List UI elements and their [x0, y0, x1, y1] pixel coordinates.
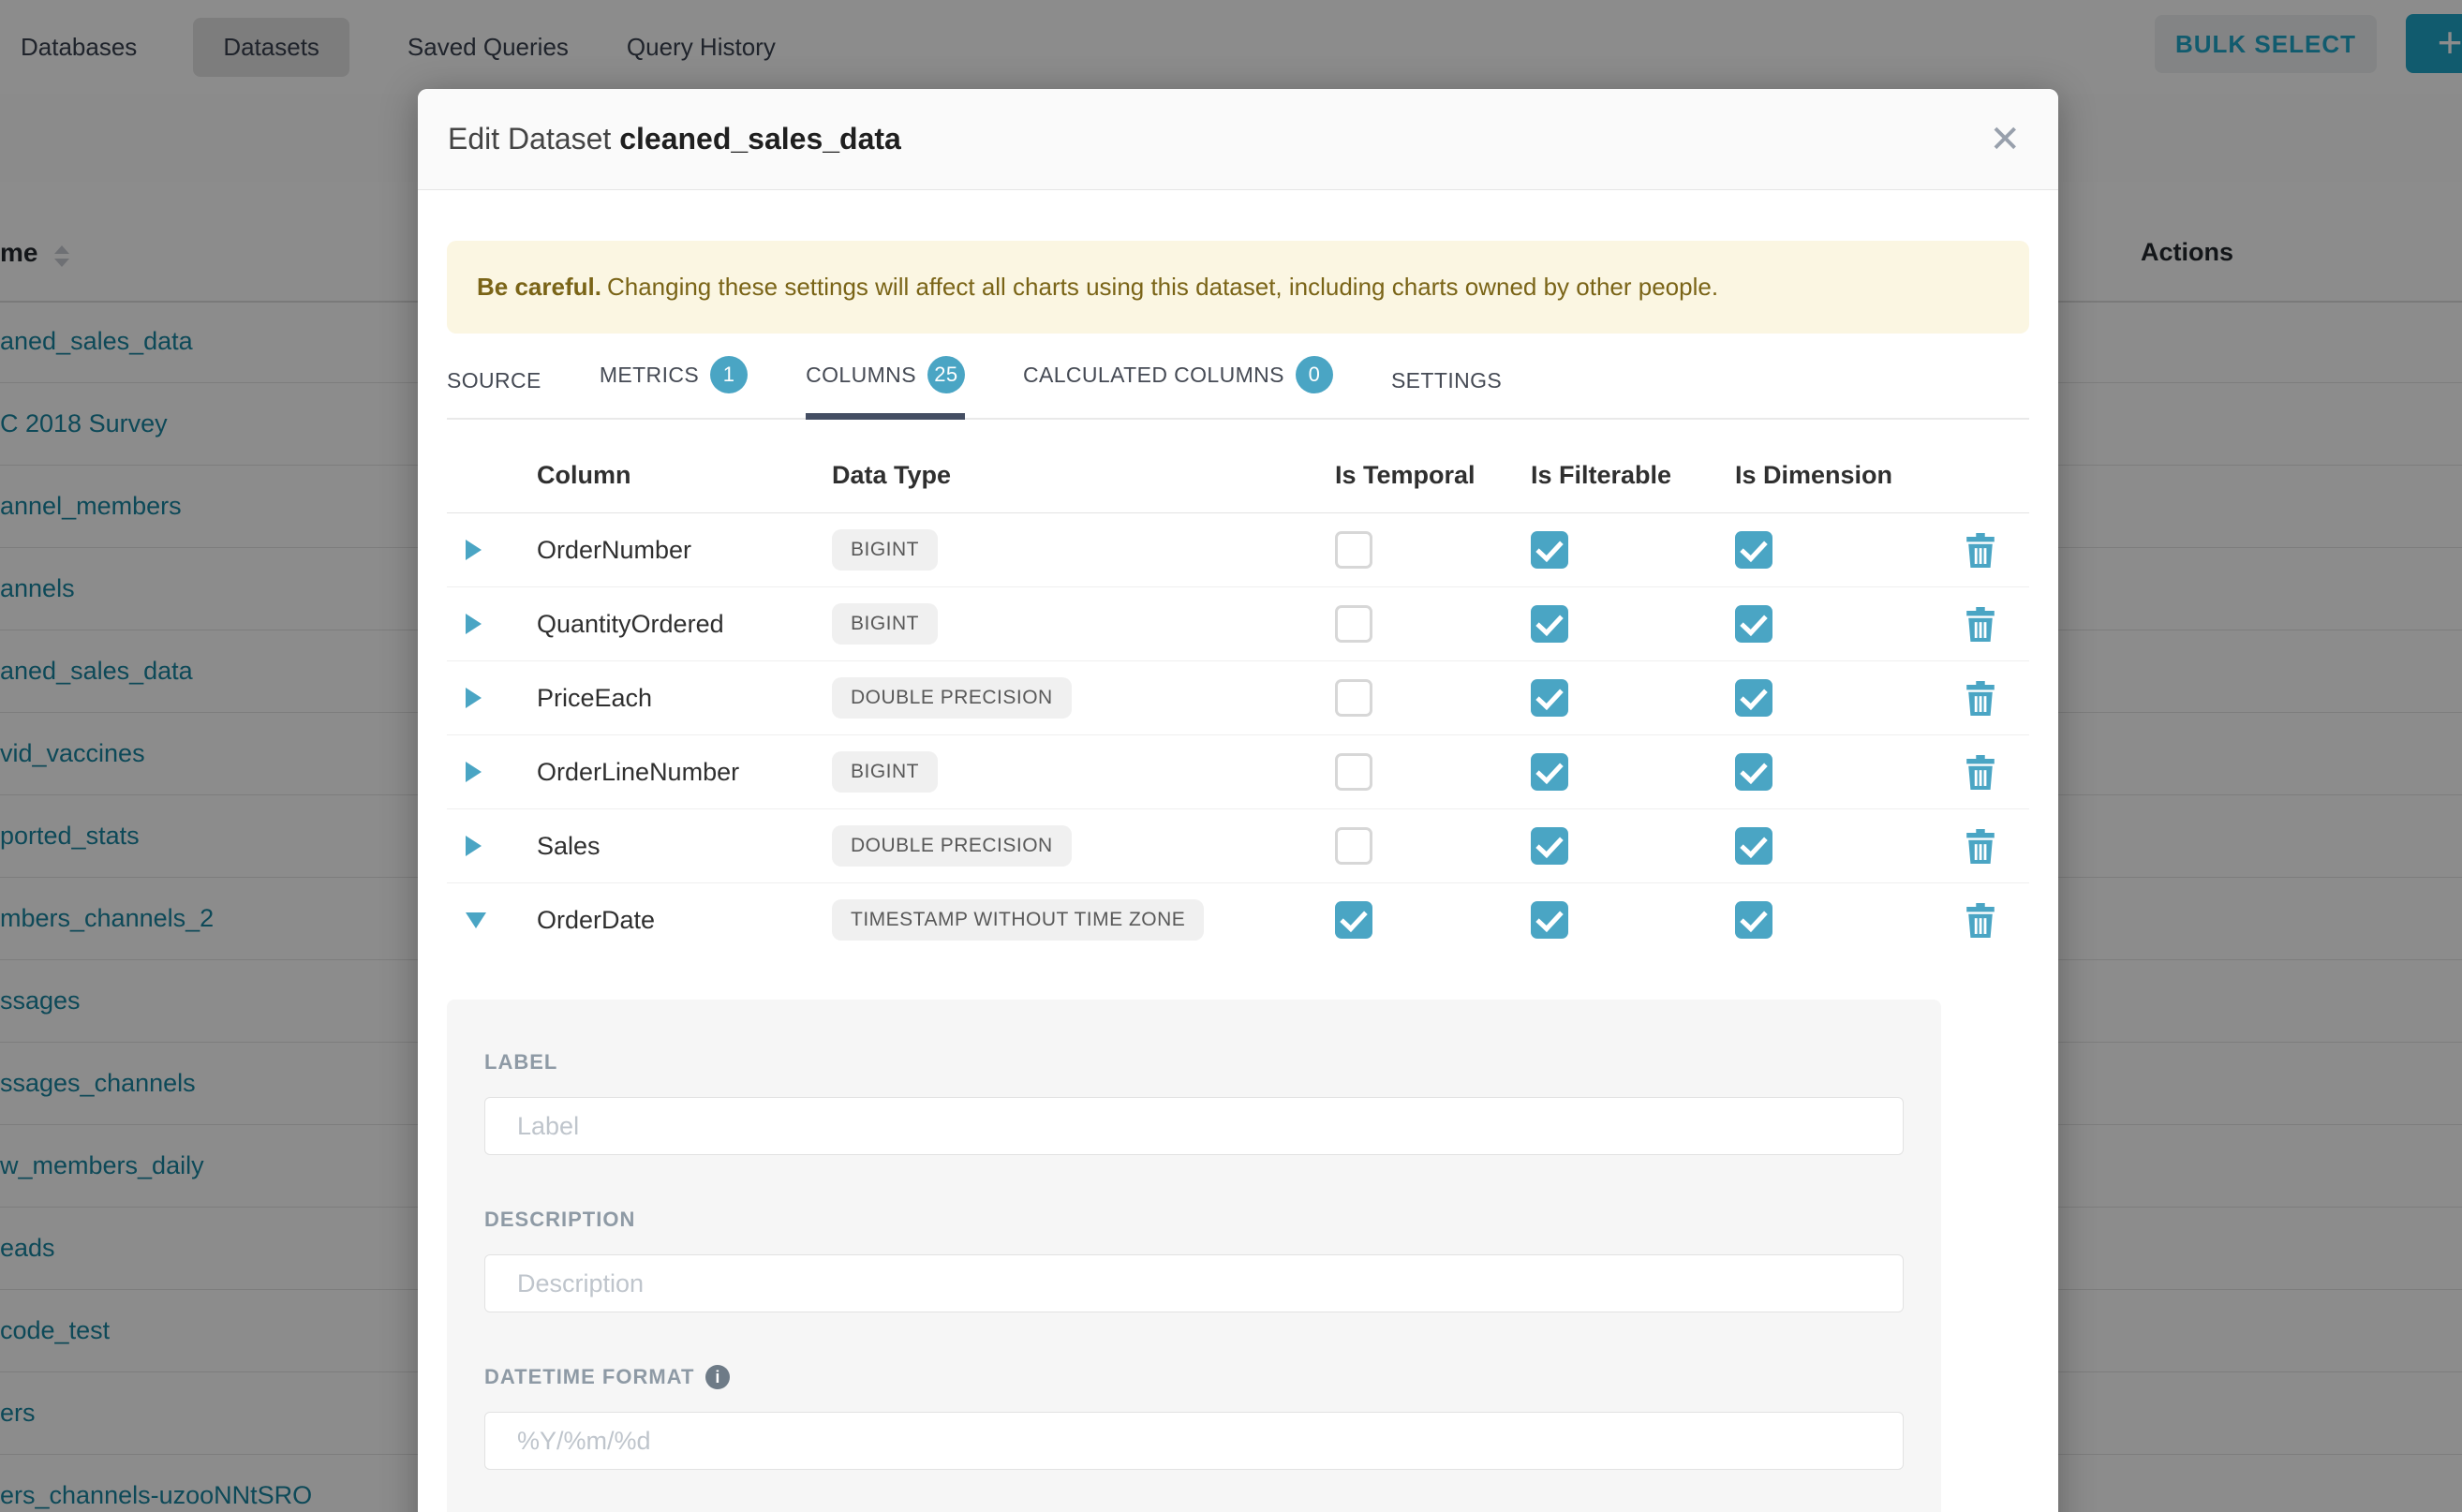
is-temporal-checkbox[interactable] [1335, 605, 1372, 643]
column-name: OrderDate [537, 906, 832, 935]
column-name: PriceEach [537, 684, 832, 713]
collapse-caret-icon[interactable] [466, 912, 486, 928]
column-name: OrderNumber [537, 536, 832, 565]
label-field-label: LABEL [484, 1050, 1904, 1075]
is-filterable-checkbox[interactable] [1531, 605, 1568, 643]
modal-title: Edit Dataset cleaned_sales_data [448, 122, 901, 156]
datetime-format-input[interactable] [484, 1412, 1904, 1470]
header-column: Column [537, 461, 832, 490]
warning-message: Changing these settings will affect all … [607, 273, 1718, 301]
tab-label: SOURCE [447, 368, 541, 393]
column-row: OrderLineNumber BIGINT [447, 735, 2029, 809]
column-row: OrderDate TIMESTAMP WITHOUT TIME ZONE [447, 883, 2029, 956]
data-type-pill: DOUBLE PRECISION [832, 825, 1072, 867]
column-row: OrderNumber BIGINT [447, 513, 2029, 587]
is-dimension-checkbox[interactable] [1735, 605, 1772, 643]
tab-columns[interactable]: COLUMNS 25 [806, 356, 965, 418]
delete-column-icon[interactable] [1965, 607, 1996, 642]
data-type-pill: BIGINT [832, 529, 938, 571]
column-name: OrderLineNumber [537, 758, 832, 787]
warning-banner: Be careful.Changing these settings will … [447, 241, 2029, 334]
close-icon[interactable]: ✕ [1989, 121, 2021, 158]
column-row: Sales DOUBLE PRECISION [447, 809, 2029, 883]
is-dimension-checkbox[interactable] [1735, 679, 1772, 717]
is-filterable-checkbox[interactable] [1531, 753, 1568, 791]
is-temporal-checkbox[interactable] [1335, 901, 1372, 939]
is-temporal-checkbox[interactable] [1335, 531, 1372, 569]
datetime-format-label: DATETIME FORMAT [484, 1365, 694, 1389]
column-detail-panel: LABEL DESCRIPTION DATETIME FORMAT i [447, 1000, 1941, 1512]
screen: Databases Datasets Saved Queries Query H… [0, 0, 2462, 1512]
data-type-pill: BIGINT [832, 751, 938, 793]
description-input[interactable] [484, 1254, 1904, 1312]
modal-title-prefix: Edit Dataset [448, 122, 611, 156]
is-temporal-checkbox[interactable] [1335, 679, 1372, 717]
is-dimension-checkbox[interactable] [1735, 753, 1772, 791]
is-dimension-checkbox[interactable] [1735, 901, 1772, 939]
data-type-pill: BIGINT [832, 603, 938, 645]
column-name: Sales [537, 832, 832, 861]
tab-metrics[interactable]: METRICS 1 [600, 356, 748, 418]
tab-badge: 1 [710, 356, 748, 393]
data-type-pill: TIMESTAMP WITHOUT TIME ZONE [832, 899, 1204, 941]
column-row: QuantityOrdered BIGINT [447, 587, 2029, 661]
description-field-group: DESCRIPTION [484, 1208, 1904, 1312]
column-row: PriceEach DOUBLE PRECISION [447, 661, 2029, 735]
is-filterable-checkbox[interactable] [1531, 531, 1568, 569]
tab-settings[interactable]: SETTINGS [1391, 368, 1502, 418]
delete-column-icon[interactable] [1965, 903, 1996, 938]
tab-label: SETTINGS [1391, 368, 1502, 393]
tab-label: METRICS [600, 363, 699, 388]
header-is-filterable: Is Filterable [1531, 461, 1735, 490]
is-dimension-checkbox[interactable] [1735, 827, 1772, 865]
tab-calculated-columns[interactable]: CALCULATED COLUMNS 0 [1023, 356, 1333, 418]
datetime-format-field-group: DATETIME FORMAT i [484, 1365, 1904, 1470]
modal-title-dataset-name: cleaned_sales_data [619, 122, 901, 156]
label-input[interactable] [484, 1097, 1904, 1155]
is-filterable-checkbox[interactable] [1531, 901, 1568, 939]
warning-title: Be careful. [477, 273, 601, 301]
is-filterable-checkbox[interactable] [1531, 679, 1568, 717]
modal-header: Edit Dataset cleaned_sales_data ✕ [418, 89, 2058, 190]
delete-column-icon[interactable] [1965, 829, 1996, 864]
tab-badge: 0 [1296, 356, 1333, 393]
tab-badge: 25 [927, 356, 965, 393]
columns-table: Column Data Type Is Temporal Is Filterab… [447, 446, 2029, 956]
modal-body: Be careful.Changing these settings will … [418, 241, 2058, 1512]
expand-caret-icon[interactable] [466, 836, 482, 856]
expand-caret-icon[interactable] [466, 614, 482, 634]
expand-caret-icon[interactable] [466, 762, 482, 782]
expand-caret-icon[interactable] [466, 688, 482, 708]
info-icon[interactable]: i [705, 1365, 730, 1389]
edit-dataset-modal: Edit Dataset cleaned_sales_data ✕ Be car… [418, 89, 2058, 1512]
header-is-temporal: Is Temporal [1335, 461, 1531, 490]
is-dimension-checkbox[interactable] [1735, 531, 1772, 569]
delete-column-icon[interactable] [1965, 681, 1996, 716]
tab-label: COLUMNS [806, 363, 916, 388]
tab-source[interactable]: SOURCE [447, 368, 541, 418]
label-field-group: LABEL [484, 1050, 1904, 1155]
header-is-dimension: Is Dimension [1735, 461, 1963, 490]
data-type-pill: DOUBLE PRECISION [832, 677, 1072, 719]
modal-tabs: SOURCE METRICS 1 COLUMNS 25 CALCULATED COL… [447, 356, 2029, 420]
delete-column-icon[interactable] [1965, 533, 1996, 568]
column-name: QuantityOrdered [537, 610, 832, 639]
columns-table-header: Column Data Type Is Temporal Is Filterab… [447, 446, 2029, 513]
expand-caret-icon[interactable] [466, 540, 482, 560]
is-temporal-checkbox[interactable] [1335, 753, 1372, 791]
delete-column-icon[interactable] [1965, 755, 1996, 790]
description-field-label: DESCRIPTION [484, 1208, 1904, 1232]
is-filterable-checkbox[interactable] [1531, 827, 1568, 865]
is-temporal-checkbox[interactable] [1335, 827, 1372, 865]
header-data-type: Data Type [832, 461, 1335, 490]
tab-label: CALCULATED COLUMNS [1023, 363, 1284, 388]
